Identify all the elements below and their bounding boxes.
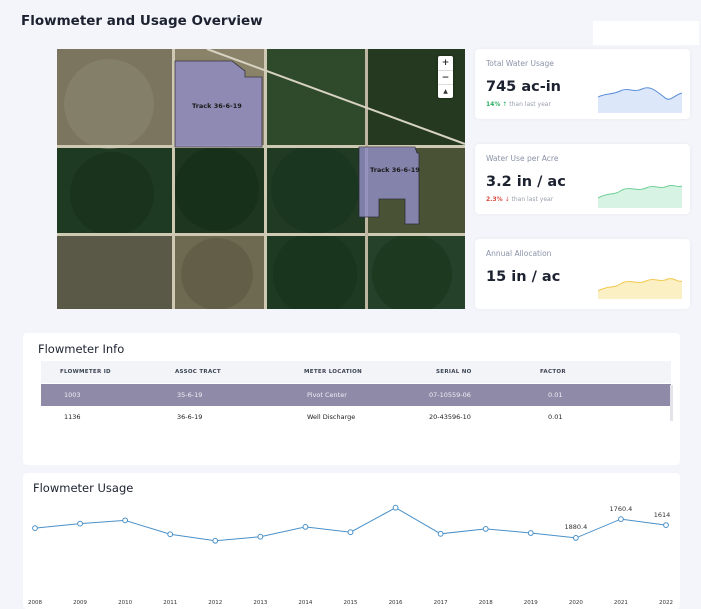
column-header[interactable]: SERIAL NO (436, 369, 472, 375)
card-value: 3.2 in / ac (486, 174, 566, 190)
data-point[interactable] (482, 526, 489, 532)
delta-percent: 2.3% (486, 196, 503, 203)
data-point[interactable] (122, 517, 129, 524)
data-point[interactable] (77, 520, 83, 527)
card-label: Annual Allocation (486, 249, 552, 258)
x-tick-label: 2014 (298, 600, 312, 606)
data-label: 1614 (654, 511, 671, 519)
map-zoom-control: + − ▲ (438, 56, 453, 98)
compass-icon[interactable]: ▲ (438, 84, 453, 98)
annual-allocation-card: Annual Allocation 15 in / ac (475, 239, 690, 309)
table-cell: 20-43596-10 (429, 413, 471, 421)
table-cell: 1003 (64, 391, 81, 399)
x-tick-label: 2022 (659, 600, 673, 606)
panel-title: Flowmeter Info (38, 342, 125, 356)
x-tick-label: 2009 (73, 600, 87, 606)
map-tract-label[interactable]: Track 36-6-19 (192, 102, 242, 110)
card-delta: 2.3% ↓ than last year (486, 196, 553, 203)
map-tract-label[interactable]: Track 36-6-19 (370, 166, 420, 174)
delta-text: than last year (511, 196, 554, 203)
x-tick-label: 2021 (614, 600, 628, 606)
water-use-per-acre-card: Water Use per Acre 3.2 in / ac 2.3% ↓ th… (475, 144, 690, 214)
page-title: Flowmeter and Usage Overview (21, 13, 263, 29)
data-point[interactable] (212, 537, 219, 544)
column-header[interactable]: METER LOCATION (304, 369, 362, 375)
data-point[interactable] (663, 522, 669, 528)
card-label: Water Use per Acre (486, 154, 559, 163)
top-right-panel (593, 21, 699, 45)
data-point[interactable] (437, 530, 444, 537)
table-scrollbar[interactable] (670, 385, 673, 421)
data-point[interactable] (392, 504, 399, 511)
table-cell: 0.01 (548, 391, 563, 399)
zoom-in-button[interactable]: + (438, 56, 453, 70)
table-header: FLOWMETER ID ASSOC TRACT METER LOCATION … (41, 361, 671, 383)
arrow-up-icon: ↑ (502, 101, 508, 108)
table-cell: 1136 (64, 413, 81, 421)
column-header[interactable]: FACTOR (540, 369, 566, 375)
satellite-map[interactable]: Track 36-6-19 Track 36-6-19 (57, 49, 465, 309)
table-cell: 0.01 (548, 413, 563, 421)
sparkline (598, 87, 682, 113)
usage-line-chart: 2008 2009 2010 2011 2012 2013 2014 2015 2016 2017… (28, 504, 673, 606)
x-tick-label: 2012 (208, 600, 222, 606)
x-tick-label: 2020 (569, 600, 583, 606)
x-tick-label: 2013 (253, 600, 267, 606)
data-point[interactable] (347, 529, 354, 536)
table-cell: 07-10559-06 (429, 391, 471, 399)
arrow-down-icon: ↓ (504, 196, 510, 203)
x-tick-label: 2008 (28, 600, 42, 606)
delta-percent: 14% (486, 101, 501, 108)
table-row[interactable]: 1136 36-6-19 Well Discharge 20-43596-10 … (41, 406, 671, 428)
data-point[interactable] (257, 533, 264, 540)
flowmeter-info-panel: Flowmeter Info FLOWMETER ID ASSOC TRACT … (23, 333, 680, 465)
x-tick-label: 2015 (344, 600, 358, 606)
table-cell: 36-6-19 (177, 413, 203, 421)
data-label: 1760.4 (610, 505, 633, 513)
data-point[interactable] (572, 535, 579, 541)
data-label: 1880.4 (564, 523, 587, 531)
sparkline (598, 278, 682, 299)
table-row[interactable]: 1003 35-6-19 Pivot Center 07-10559-06 0.… (41, 384, 671, 406)
delta-text: than last year (509, 101, 551, 108)
zoom-out-button[interactable]: − (438, 70, 453, 84)
x-tick-label: 2019 (524, 600, 538, 606)
table-cell: 35-6-19 (177, 391, 203, 399)
total-water-usage-card: Total Water Usage 745 ac-in 14% ↑ than l… (475, 49, 690, 119)
sparkline (598, 184, 682, 208)
card-label: Total Water Usage (486, 59, 554, 68)
card-value: 15 in / ac (486, 269, 561, 285)
column-header[interactable]: ASSOC TRACT (175, 369, 221, 375)
map-imagery (57, 49, 465, 309)
card-delta: 14% ↑ than last year (486, 101, 551, 108)
table-cell: Pivot Center (307, 391, 347, 399)
data-point[interactable] (167, 531, 174, 538)
data-point[interactable] (32, 525, 38, 532)
card-value: 745 ac-in (486, 79, 562, 95)
x-tick-label: 2010 (118, 600, 132, 606)
x-tick-label: 2011 (163, 600, 177, 606)
column-header[interactable]: FLOWMETER ID (60, 369, 111, 375)
x-tick-label: 2018 (479, 600, 493, 606)
flowmeter-usage-panel: Flowmeter Usage 2008 2009 2010 2011 2012 2013… (23, 473, 680, 609)
x-tick-label: 2017 (434, 600, 448, 606)
data-point[interactable] (527, 530, 534, 536)
x-tick-label: 2016 (389, 600, 403, 606)
data-point[interactable] (618, 516, 624, 523)
data-point[interactable] (302, 523, 309, 530)
table-cell: Well Discharge (307, 413, 356, 421)
